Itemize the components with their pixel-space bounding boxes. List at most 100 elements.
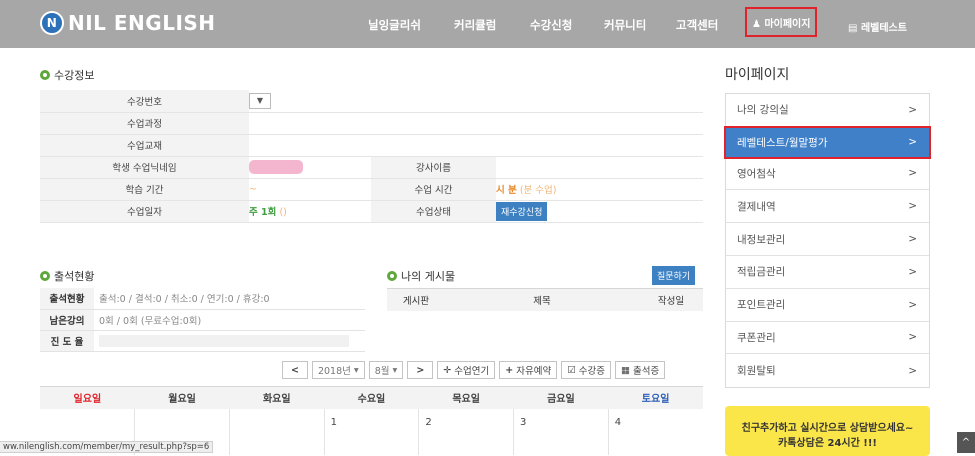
table-row: 출석현황 출석:0 / 결석:0 / 취소:0 / 연기:0 / 휴강:0 (40, 288, 365, 310)
attendance-cert-button[interactable]: ▦ 출석증 (615, 361, 666, 379)
day-header-wednesday: 수요일 (324, 386, 419, 409)
nav-leveltest[interactable]: ▤ 레벨테스트 (848, 19, 907, 34)
kakao-promo-banner[interactable]: 친구추가하고 실시간으로 상담받으세요~ 카톡상담은 24시간 !!! (725, 406, 930, 456)
sidebar-item-withdraw[interactable]: 회원탈퇴 > (726, 354, 929, 387)
period-label: 학습 기간 (40, 178, 249, 201)
nickname-value (249, 156, 371, 179)
nickname-label: 학생 수업닉네임 (40, 156, 249, 179)
posts-title-text: 나의 게시물 (401, 270, 456, 283)
chevron-right-icon: > (908, 298, 917, 311)
chevron-down-icon: ▾ (392, 364, 398, 376)
period-value: ~ (249, 178, 371, 201)
remaining-label: 남은강의 (40, 309, 94, 331)
next-month-button[interactable]: > (407, 361, 434, 379)
progress-value (94, 330, 365, 352)
postpone-button[interactable]: ✛ 수업연기 (437, 361, 496, 379)
re-enroll-button[interactable]: 재수강신청 (496, 201, 548, 221)
plus-icon: + (505, 364, 514, 376)
remaining-value: 0회 / 0회 (무료수업:0회) (94, 309, 365, 331)
chevron-right-icon: > (908, 136, 917, 149)
month-select[interactable]: 8월 ▾ (368, 361, 404, 379)
course-no-select[interactable]: ▼ (249, 92, 271, 109)
chevron-right-icon: > (908, 331, 917, 344)
chevron-up-icon: ^ (961, 437, 971, 448)
certificate-label: 수강증 (578, 366, 606, 377)
day-header-monday: 월요일 (134, 386, 230, 409)
nav-mypage-label: 마이페이지 (764, 19, 811, 30)
year-select[interactable]: 2018년 ▾ (311, 361, 365, 379)
course-info-title-text: 수강정보 (54, 69, 95, 82)
posts-table: 게시판 제목 작성일 (387, 288, 703, 311)
circle-bullet-icon (387, 271, 397, 281)
sidebar-item-profile[interactable]: 내정보관리 > (726, 223, 929, 256)
sidebar-item-label: 결제내역 (737, 200, 776, 213)
attendance-table: 출석현황 출석:0 / 결석:0 / 취소:0 / 연기:0 / 휴강:0 남은… (40, 288, 365, 352)
day-header-sunday: 일요일 (40, 386, 135, 409)
progress-bar (99, 334, 349, 347)
sidebar-item-label: 회원탈퇴 (737, 365, 776, 378)
nav-support[interactable]: 고객센터 (676, 17, 718, 33)
course-info-title: 수강정보 (40, 67, 94, 83)
chevron-right-icon: > (908, 167, 917, 180)
sidebar-item-correction[interactable]: 영어첨삭 > (726, 158, 929, 191)
scroll-top-button[interactable]: ^ (957, 432, 975, 453)
free-booking-button[interactable]: + 자유예약 (499, 361, 558, 379)
course-no-label: 수강번호 (40, 90, 249, 113)
table-row: 남은강의 0회 / 0회 (무료수업:0회) (40, 309, 365, 331)
table-row: 학습 기간 ~ 수업 시간 시 분 (분 수업) (40, 178, 703, 201)
sidebar-item-leveltest[interactable]: 레벨테스트/월말평가 > (724, 125, 931, 159)
move-icon: ✛ (443, 364, 452, 376)
sidebar-item-coupons[interactable]: 쿠폰관리 > (726, 322, 929, 355)
browser-status-url: ww.nilenglish.com/member/my_result.php?s… (0, 441, 214, 453)
day-header-thursday: 목요일 (418, 386, 514, 409)
nav-nilenglish[interactable]: 닐잉글리쉬 (368, 17, 421, 33)
sidebar-item-label: 내정보관리 (737, 233, 786, 246)
calendar-header-row: 일요일 월요일 화요일 수요일 목요일 금요일 토요일 (40, 386, 703, 409)
sidebar-title: 마이페이지 (725, 67, 790, 83)
progress-label: 진 도 율 (40, 330, 94, 352)
class-time-suffix: (분 수업) (519, 185, 557, 196)
class-time-value: 시 분 (분 수업) (496, 178, 703, 201)
calendar-cell[interactable]: 4 (608, 409, 703, 455)
nav-curriculum[interactable]: 커리큘럼 (454, 17, 496, 33)
sidebar-item-label: 포인트관리 (737, 299, 786, 312)
calendar-cell[interactable]: 1 (324, 408, 420, 455)
sidebar-item-label: 쿠폰관리 (737, 331, 776, 344)
nav-enroll[interactable]: 수강신청 (530, 17, 572, 33)
chevron-down-icon: ▼ (256, 95, 264, 105)
certificate-button[interactable]: ☑ 수강증 (561, 361, 612, 379)
prev-month-button[interactable]: < (282, 361, 308, 379)
sidebar-item-label: 레벨테스트/월말평가 (737, 136, 828, 149)
course-info-table: 수강번호 ▼ 수업과정 수업교재 학생 수업닉네임 강사이름 학습 기간 ~ 수… (40, 90, 703, 223)
day-header-tuesday: 화요일 (229, 386, 325, 409)
circle-bullet-icon (40, 271, 50, 281)
table-row: 게시판 제목 작성일 (387, 288, 703, 311)
ask-question-button[interactable]: 질문하기 (652, 266, 696, 285)
calendar-cell[interactable]: 2 (418, 408, 515, 455)
promo-line-1: 친구추가하고 실시간으로 상담받으세요~ (741, 423, 914, 434)
table-row: 진 도 율 (40, 330, 365, 352)
table-row: 수업교재 (40, 134, 703, 157)
posts-title: 나의 게시물 (387, 268, 455, 284)
calendar-cell[interactable] (229, 408, 325, 455)
nav-mypage[interactable]: ♟ 마이페이지 (745, 7, 818, 37)
calendar-toolbar: < 2018년 ▾ 8월 ▾ > ✛ 수업연기 + 자유예약 ☑ 수강증 ▦ 출… (282, 361, 669, 379)
sidebar-item-classroom[interactable]: 나의 강의실 > (726, 94, 929, 127)
class-time-text: 시 분 (496, 185, 517, 196)
calendar-cell[interactable]: 3 (513, 408, 609, 455)
month-select-value: 8월 (374, 366, 390, 377)
sidebar-item-payments[interactable]: 결제내역 > (726, 190, 929, 224)
attendance-value: 출석:0 / 결석:0 / 취소:0 / 연기:0 / 휴강:0 (94, 288, 365, 310)
table-row: 학생 수업닉네임 강사이름 (40, 156, 703, 179)
main-nav: 닐잉글리쉬 커리큘럼 수강신청 커뮤니티 고객센터 ♟ 마이페이지 ▤ 레벨테스… (0, 7, 975, 37)
table-row: 수업일자 주 1회 () 수업상태 재수강신청 (40, 200, 703, 223)
course-value (249, 112, 703, 135)
sidebar-item-points[interactable]: 포인트관리 > (726, 289, 929, 322)
nav-community[interactable]: 커뮤니티 (604, 17, 646, 33)
day-header-saturday: 토요일 (608, 386, 703, 409)
attendance-title: 출석현황 (40, 268, 94, 284)
top-header: N NIL ENGLISH 닐잉글리쉬 커리큘럼 수강신청 커뮤니티 고객센터 … (0, 0, 975, 48)
circle-bullet-icon (40, 70, 50, 80)
sidebar-item-label: 영어첨삭 (737, 167, 776, 180)
sidebar-item-rewards[interactable]: 적립금관리 > (726, 256, 929, 289)
